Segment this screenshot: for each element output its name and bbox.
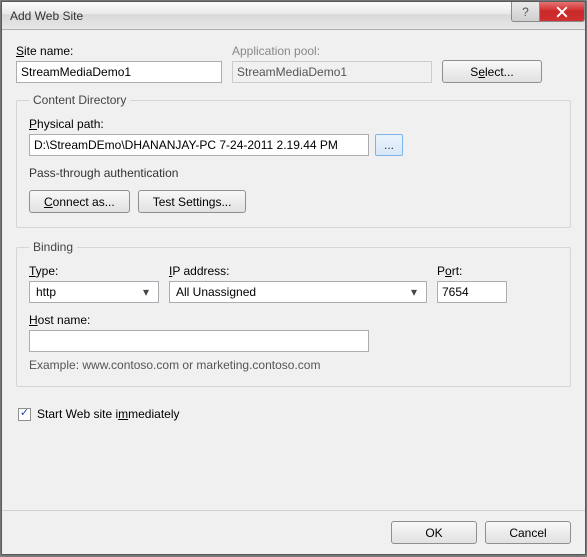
- app-pool-input: [232, 61, 432, 83]
- port-label: Port:: [437, 264, 507, 278]
- window-title: Add Web Site: [10, 9, 83, 23]
- chevron-down-icon: ▾: [138, 285, 154, 299]
- start-immediately-label: Start Web site immediately: [37, 407, 180, 421]
- start-immediately-checkbox[interactable]: [18, 408, 31, 421]
- titlebar: Add Web Site ?: [2, 2, 585, 30]
- browse-path-button[interactable]: ...: [375, 134, 403, 156]
- connect-as-button[interactable]: Connect as...: [29, 190, 130, 213]
- close-icon: [556, 6, 568, 18]
- ip-address-value: All Unassigned: [176, 285, 256, 299]
- type-label: Type:: [29, 264, 159, 278]
- site-name-input[interactable]: [16, 61, 222, 83]
- test-settings-button[interactable]: Test Settings...: [138, 190, 247, 213]
- physical-path-input[interactable]: [29, 134, 369, 156]
- content-directory-legend: Content Directory: [29, 93, 130, 107]
- cancel-button[interactable]: Cancel: [485, 521, 571, 544]
- host-name-label: Host name:: [29, 313, 558, 327]
- help-button[interactable]: ?: [511, 2, 539, 22]
- physical-path-label: Physical path:: [29, 117, 558, 131]
- host-name-input[interactable]: [29, 330, 369, 352]
- type-value: http: [36, 285, 56, 299]
- close-button[interactable]: [539, 2, 585, 22]
- type-select[interactable]: http ▾: [29, 281, 159, 303]
- binding-group: Binding Type: http ▾ IP address: All Una…: [16, 240, 571, 387]
- chevron-down-icon: ▾: [406, 285, 422, 299]
- site-name-label: Site name:: [16, 44, 222, 58]
- ellipsis-icon: ...: [384, 138, 394, 152]
- port-input[interactable]: [437, 281, 507, 303]
- host-name-example: Example: www.contoso.com or marketing.co…: [29, 358, 558, 372]
- ok-button[interactable]: OK: [391, 521, 477, 544]
- add-web-site-dialog: Add Web Site ? Site name: Application po…: [1, 1, 586, 555]
- ip-address-label: IP address:: [169, 264, 427, 278]
- passthrough-auth-label: Pass-through authentication: [29, 166, 558, 180]
- binding-legend: Binding: [29, 240, 77, 254]
- select-app-pool-button[interactable]: Select...: [442, 60, 542, 83]
- ip-address-select[interactable]: All Unassigned ▾: [169, 281, 427, 303]
- app-pool-label: Application pool:: [232, 44, 432, 58]
- dialog-footer: OK Cancel: [2, 510, 585, 554]
- content-directory-group: Content Directory Physical path: ... Pas…: [16, 93, 571, 228]
